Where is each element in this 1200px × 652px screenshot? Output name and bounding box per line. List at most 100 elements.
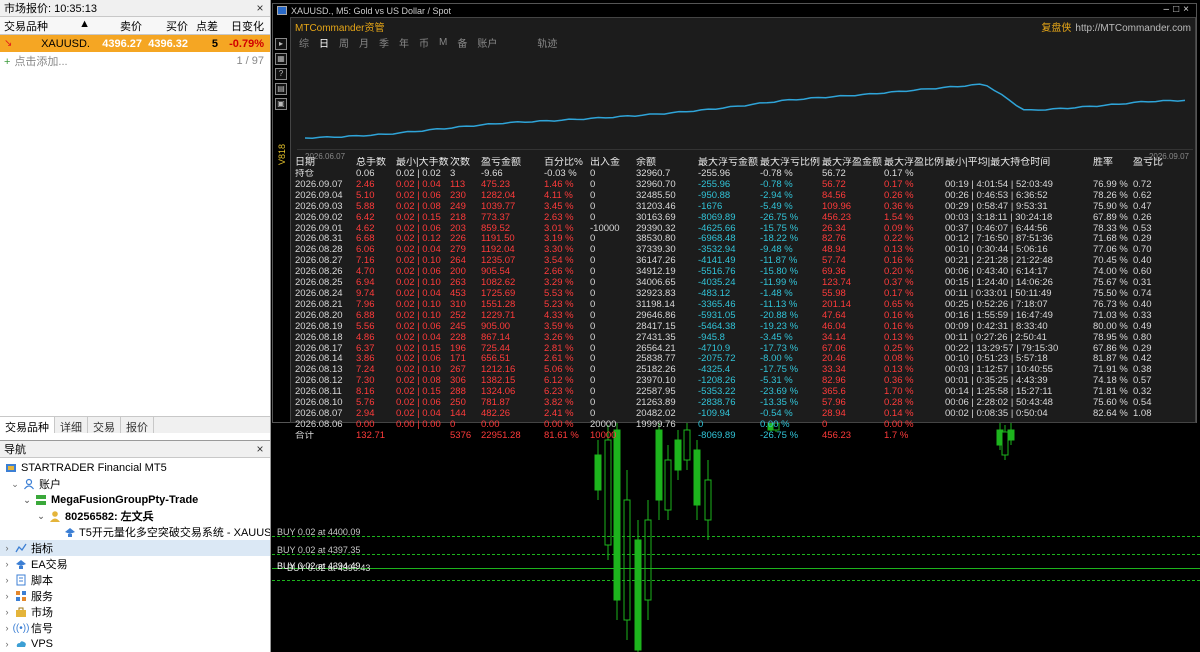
stats-row[interactable]: 2026.09.03 5.88 0.02 | 0.08 249 1039.77 3.45 … <box>295 202 1195 213</box>
stats-row[interactable]: 2026.08.28 6.06 0.02 | 0.04 279 1192.04 3.30 … <box>295 245 1195 256</box>
nav-item-market[interactable]: › 市场 <box>0 604 270 620</box>
mtc-site[interactable]: 复盘侠 http://MTCommander.com <box>1041 19 1191 34</box>
tab-magic[interactable]: M <box>439 37 447 48</box>
equity-curve-line <box>304 83 1186 140</box>
stats-row[interactable]: 2026.09.01 4.62 0.02 | 0.06 203 859.52 3.01 %… <box>295 224 1195 235</box>
column-daily-change[interactable]: 日变化 <box>218 18 268 34</box>
column-symbol[interactable]: 交易品种 ▲ <box>0 18 98 34</box>
nav-item-running-ea[interactable]: T5开元量化多空突破交易系统 - XAUUSD.,M <box>0 524 270 540</box>
stats-cell: -2075.72 <box>698 354 736 365</box>
stats-row[interactable]: 2026.08.31 6.68 0.02 | 0.12 226 1191.50 3.19 … <box>295 234 1195 245</box>
stats-cell: 最大浮盈比例 <box>884 157 944 168</box>
stats-holding-row[interactable]: 持仓 0.06 0.02 | 0.02 3 -9.66 -0.03 % 0 32960.7 -2… <box>295 169 1195 180</box>
tab-details[interactable]: 详细 <box>55 417 88 434</box>
stats-header-row[interactable]: 日期 总手数 最小|大手数 次数 盈亏金额 百分比% 出入金 余额 最大浮亏金额 最大浮亏比例 最大… <box>295 157 1195 169</box>
trade-line-4[interactable] <box>272 580 1200 581</box>
tool-button-3[interactable]: ? <box>275 68 287 80</box>
tab-symbols[interactable]: 交易品种 <box>0 417 55 434</box>
stats-cell: 228 <box>450 332 466 343</box>
stats-cell: 0.32 <box>1133 387 1152 398</box>
stats-row[interactable]: 2026.08.26 4.70 0.02 | 0.06 200 905.54 2.66 %… <box>295 267 1195 278</box>
close-icon[interactable]: × <box>254 1 266 15</box>
tool-button-5[interactable]: ▣ <box>275 98 287 110</box>
chevron-right-icon[interactable]: › <box>2 623 12 633</box>
stats-row[interactable]: 2026.08.18 4.86 0.02 | 0.04 228 867.14 3.26 %… <box>295 333 1195 344</box>
tab-currency[interactable]: 币 <box>419 35 429 50</box>
tool-button-2[interactable]: ▦ <box>275 53 287 65</box>
tab-trading[interactable]: 交易 <box>88 417 121 434</box>
stats-row[interactable]: 2026.08.20 6.88 0.02 | 0.10 252 1229.71 4.33 … <box>295 311 1195 322</box>
stats-cell: 23970.10 <box>636 376 676 387</box>
tab-summary[interactable]: 综 <box>299 35 309 50</box>
tab-year[interactable]: 年 <box>399 35 409 50</box>
close-icon[interactable]: × <box>254 442 266 456</box>
stats-row[interactable]: 2026.09.04 5.10 0.02 | 0.06 230 1282.04 4.11 … <box>295 191 1195 202</box>
tab-quarter[interactable]: 季 <box>379 35 389 50</box>
stats-row[interactable]: 2026.08.11 8.16 0.02 | 0.15 288 1324.06 6.23 … <box>295 387 1195 398</box>
nav-item-accounts[interactable]: ⌄ 账户 <box>0 476 270 492</box>
nav-item-account-user[interactable]: ⌄ 80256582: 左文兵 <box>0 508 270 524</box>
tool-button-4[interactable]: ▤ <box>275 83 287 95</box>
trade-line-1[interactable] <box>272 536 1200 537</box>
stats-cell: 5.23 % <box>544 299 574 310</box>
vps-icon <box>14 638 28 650</box>
stats-row[interactable]: 2026.08.24 9.74 0.02 | 0.04 453 1725.69 5.53 … <box>295 289 1195 300</box>
stats-row[interactable]: 2026.09.07 2.46 0.02 | 0.04 113 475.23 1.46 %… <box>295 180 1195 191</box>
stats-row[interactable]: 2026.08.10 5.76 0.02 | 0.06 250 781.87 3.82 %… <box>295 398 1195 409</box>
stats-row[interactable]: 2026.08.14 3.86 0.02 | 0.06 171 656.51 2.61 %… <box>295 354 1195 365</box>
stats-cell: 0.02 | 0.10 <box>396 256 441 267</box>
stats-cell: -3365.46 <box>698 299 736 310</box>
chevron-right-icon[interactable]: › <box>2 559 12 569</box>
window-controls[interactable]: ‒□× <box>1164 4 1193 15</box>
stats-row[interactable]: 2026.08.19 5.56 0.02 | 0.06 245 905.00 3.59 %… <box>295 322 1195 333</box>
stats-row[interactable]: 2026.08.07 2.94 0.02 | 0.04 144 482.26 2.41 %… <box>295 409 1195 420</box>
nav-item-server[interactable]: ⌄ MegaFusionGroupPty-Trade <box>0 492 270 508</box>
add-symbol-row[interactable]: + 点击添加... 1 / 97 <box>0 52 270 69</box>
chevron-right-icon[interactable]: › <box>2 543 12 553</box>
stats-row[interactable]: 2026.08.12 7.30 0.02 | 0.08 306 1382.15 6.12 … <box>295 376 1195 387</box>
stats-cell: 2026.08.31 <box>295 234 343 245</box>
stats-row[interactable]: 2026.08.13 7.24 0.02 | 0.10 267 1212.16 5.06 … <box>295 365 1195 376</box>
chevron-down-icon[interactable]: ⌄ <box>36 511 46 522</box>
stats-cell: 0.02 | 0.15 <box>396 387 441 398</box>
column-spread[interactable]: 点差 <box>188 18 218 34</box>
nav-item-scripts[interactable]: › 脚本 <box>0 572 270 588</box>
tab-track[interactable]: 轨迹 <box>537 35 557 50</box>
stats-cell: 0 <box>590 267 596 278</box>
column-ask[interactable]: 买价 <box>142 18 188 34</box>
nav-item-indicators[interactable]: › 指标 <box>0 540 270 556</box>
tab-month[interactable]: 月 <box>359 35 369 50</box>
trade-line-3[interactable] <box>272 568 1200 569</box>
stats-row[interactable]: 2026.08.25 6.94 0.02 | 0.10 263 1082.62 3.29 … <box>295 278 1195 289</box>
tab-week[interactable]: 周 <box>339 35 349 50</box>
trade-line-2[interactable] <box>272 554 1200 555</box>
chevron-right-icon[interactable]: › <box>2 591 12 601</box>
nav-item-vps[interactable]: › VPS <box>0 636 270 652</box>
tab-ticks[interactable]: 报价 <box>121 417 154 434</box>
chevron-right-icon[interactable]: › <box>2 639 12 649</box>
nav-item-services[interactable]: › 服务 <box>0 588 270 604</box>
nav-item-experts[interactable]: › EA交易 <box>0 556 270 572</box>
stats-total-row[interactable]: 合计 132.71 5376 22951.28 81.61 % 10000 -8069.89… <box>295 431 1195 442</box>
chevron-down-icon[interactable]: ⌄ <box>22 495 32 506</box>
stats-row[interactable]: 2026.08.27 7.16 0.02 | 0.10 264 1235.07 3.54 … <box>295 256 1195 267</box>
stats-cell: 6.06 <box>356 245 375 256</box>
stats-row[interactable]: 2026.08.21 7.96 0.02 | 0.10 310 1551.28 5.23 … <box>295 300 1195 311</box>
chevron-down-icon[interactable]: ⌄ <box>10 479 20 490</box>
column-bid[interactable]: 卖价 <box>98 18 142 34</box>
stats-row[interactable]: 2026.08.17 6.37 0.02 | 0.15 196 725.44 2.81 %… <box>295 344 1195 355</box>
chevron-right-icon[interactable]: › <box>2 607 12 617</box>
stats-row[interactable]: 2026.08.06 0.00 0.00 | 0.00 0 0.00 0.00 % 2000… <box>295 420 1195 431</box>
tool-button-1[interactable]: ▸ <box>275 38 287 50</box>
tab-account[interactable]: 账户 <box>477 35 497 50</box>
tab-day[interactable]: 日 <box>319 35 329 50</box>
symbol-row[interactable]: ↘ XAUUSD. 4396.27 4396.32 5 -0.79% <box>0 35 270 52</box>
stats-cell: 4.33 % <box>544 310 574 321</box>
stats-cell: -26.75 % <box>760 212 799 223</box>
tab-notes[interactable]: 备 <box>457 35 467 50</box>
stats-cell: 1192.04 <box>481 245 515 256</box>
chevron-right-icon[interactable]: › <box>2 575 12 585</box>
nav-item-broker[interactable]: STARTRADER Financial MT5 <box>0 460 270 476</box>
nav-item-signals[interactable]: › ((•)) 信号 <box>0 620 270 636</box>
stats-row[interactable]: 2026.09.02 6.42 0.02 | 0.15 218 773.37 2.63 %… <box>295 213 1195 224</box>
